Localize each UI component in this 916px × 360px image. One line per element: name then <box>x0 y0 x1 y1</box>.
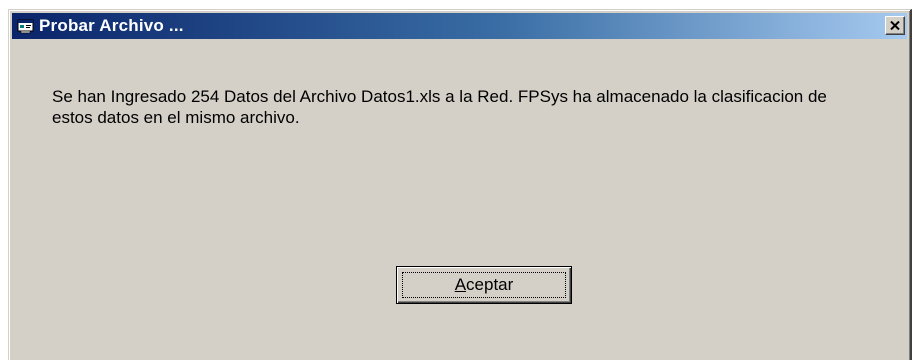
aceptar-button-label: Aceptar <box>455 275 514 295</box>
dialog-message: Se han Ingresado 254 Datos del Archivo D… <box>52 87 827 127</box>
label-rest: ceptar <box>466 275 514 294</box>
title-bar[interactable]: Probar Archivo ... <box>12 13 907 39</box>
dialog-window: Probar Archivo ... Se han Ingresado 254 … <box>8 9 912 360</box>
window-title: Probar Archivo ... <box>39 16 184 35</box>
app-window-icon <box>16 16 36 36</box>
mnemonic-letter: A <box>454 275 467 294</box>
close-button[interactable] <box>885 16 905 35</box>
aceptar-button[interactable]: Aceptar <box>396 266 572 304</box>
close-icon <box>890 17 900 35</box>
